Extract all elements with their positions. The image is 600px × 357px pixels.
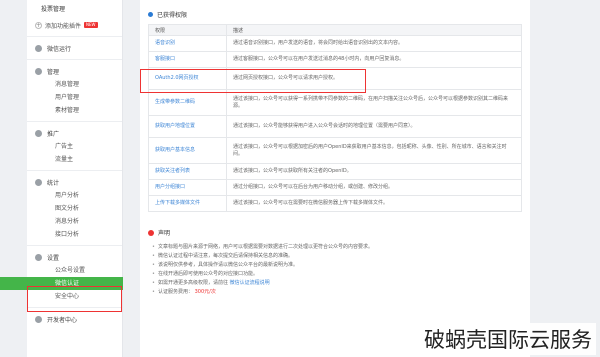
permissions-table: 权限 描述 语音识别 通过语音识别接口，用户发送的语音，将会同时给出语音识别出的… [148, 24, 522, 212]
section-title-text: 已获得权限 [157, 12, 188, 19]
list-item: 微信认证过程中请注意，每次提交后请保持相关信息的准确。 [152, 252, 522, 261]
sidebar-section-settings: 设置 [27, 250, 122, 264]
sidebar: 投票管理 + 添加功能插件 NEW 微信运行 管理 消息管理 用户管理 素材管理… [0, 0, 123, 357]
permission-link[interactable]: 上传下载多媒体文件 [148, 195, 227, 212]
notes-title: 声明 [148, 228, 522, 237]
permission-desc: 通过语音识别接口，用户发送的语音，将会同时给出语音识别出的文本内容。 [226, 35, 522, 52]
permission-link[interactable]: OAuth2.0网页授权 [148, 67, 227, 90]
divider [27, 121, 122, 122]
sidebar-section-developer[interactable]: 开发者中心 [27, 312, 122, 326]
divider [27, 245, 122, 246]
permission-link[interactable]: 生成带参数二维码 [148, 89, 227, 116]
manage-icon [35, 67, 42, 75]
new-badge: NEW [84, 22, 98, 28]
table-row: 获取用户地理位置 通过该接口，公众号能够获得用户进入公众号会话时的地理位置（需要… [148, 115, 522, 138]
table-row: 语音识别 通过语音识别接口，用户发送的语音，将会同时给出语音识别出的文本内容。 [148, 35, 522, 52]
table-row: 客服接口 通过客服接口，公众号可以在用户发送过消息的48小时内，向用户回复消息。 [148, 51, 522, 68]
permission-desc: 通过该接口，公众号可以获取所有关注者的OpenID。 [226, 163, 522, 180]
list-item: 在线开通后即可使用公众号的对应接口功能。 [152, 270, 522, 279]
sidebar-section-manage: 管理 [27, 64, 122, 78]
table-row: 生成带参数二维码 通过该接口，公众号可以获得一系列携带不同参数的二维码，在用户扫… [148, 89, 522, 116]
notice-icon [148, 229, 154, 236]
section-label: 设置 [47, 254, 60, 262]
settings-icon [35, 253, 42, 261]
sidebar-item-vote[interactable]: 投票管理 [27, 0, 122, 14]
table-row: 上传下载多媒体文件 通过该接口，公众号可以在需要时在微信服务器上传下载多媒体文件… [148, 195, 522, 212]
sidebar-item-wechat-cert[interactable]: 微信认证 [0, 277, 123, 290]
table-row: 获取关注者列表 通过该接口，公众号可以获取所有关注者的OpenID。 [148, 163, 522, 180]
permission-link[interactable]: 获取关注者列表 [148, 163, 227, 180]
section-label: 开发者中心 [47, 316, 78, 324]
divider [27, 170, 122, 171]
notes-list: 文章标题与图片来源于网络，用户可以根据需要对数据进行二次处理以更符合公众号的内容… [148, 243, 522, 297]
main-panel: 已获得权限 权限 描述 语音识别 通过语音识别接口，用户发送的语音，将会同时给出… [140, 0, 530, 357]
permission-desc: 通过该接口，公众号可以根据加密后的用户OpenID来获取用户基本信息，包括昵称、… [226, 137, 522, 164]
permission-desc: 通过该接口，公众号可以获得一系列携带不同参数的二维码，在用户扫描关注公众号后，公… [226, 89, 522, 116]
section-title: 已获得权限 [148, 10, 187, 19]
sidebar-item-label: 投票管理 [41, 6, 66, 13]
stats-icon [35, 178, 42, 186]
sidebar-section-stats: 统计 [27, 175, 122, 189]
table-row: OAuth2.0网页授权 通过网页授权接口，公众号可以请求用户授权。 [148, 67, 522, 90]
sidebar-item-user-analysis[interactable]: 用户分析 [27, 189, 122, 202]
watermark: 破蜗壳国际云服务 [420, 323, 596, 355]
sidebar-item-messages[interactable]: 消息管理 [27, 78, 122, 91]
page: 投票管理 + 添加功能插件 NEW 微信运行 管理 消息管理 用户管理 素材管理… [0, 0, 600, 357]
permission-link[interactable]: 客服接口 [148, 51, 227, 68]
fee-value: 300元/次 [194, 289, 216, 295]
permission-desc: 通过该接口，公众号能够获得用户进入公众号会话时的地理位置（需要用户同意）。 [226, 115, 522, 138]
divider [27, 59, 122, 60]
developer-icon [35, 315, 42, 323]
sidebar-section-wechat-run[interactable]: 微信运行 [27, 41, 122, 55]
list-item: 如需开通更多高级权限，请前往 微信认证流程说明 [152, 279, 522, 288]
sidebar-section-promote: 推广 [27, 126, 122, 140]
sidebar-item-materials[interactable]: 素材管理 [27, 104, 122, 117]
section-label: 管理 [47, 68, 60, 76]
permission-link[interactable]: 语音识别 [148, 35, 227, 52]
section-label: 统计 [47, 179, 60, 187]
wechat-icon [35, 44, 42, 52]
promote-icon [35, 129, 42, 137]
sidebar-item-traffic[interactable]: 流量主 [27, 153, 122, 166]
add-plugin-label: 添加功能插件 [45, 22, 82, 30]
section-label: 推广 [47, 130, 60, 138]
notes-title-text: 声明 [158, 230, 171, 237]
cert-guide-link[interactable]: 微信认证流程说明 [230, 280, 270, 286]
divider [27, 36, 122, 37]
permission-link[interactable]: 获取用户地理位置 [148, 115, 227, 138]
table-row: 获取用户基本信息 通过该接口，公众号可以根据加密后的用户OpenID来获取用户基… [148, 137, 522, 164]
section-label: 微信运行 [47, 45, 72, 53]
column-header: 权限 [148, 24, 227, 36]
link-prefix: 如需开通更多高级权限，请前往 [158, 280, 229, 286]
sidebar-item-users[interactable]: 用户管理 [27, 91, 122, 104]
info-icon [148, 12, 153, 17]
sidebar-item-message-analysis[interactable]: 消息分析 [27, 215, 122, 228]
fee-label: 认证服务费用： [158, 289, 194, 295]
sidebar-item-api-analysis[interactable]: 接口分析 [27, 228, 122, 241]
list-item: 该说明仅供参考，具体操作请以微信公众平台的最新说明为准。 [152, 261, 522, 270]
column-header: 描述 [226, 24, 522, 36]
sidebar-item-advertiser[interactable]: 广告主 [27, 140, 122, 153]
add-plugin-button[interactable]: + 添加功能插件 NEW [35, 18, 122, 32]
permission-desc: 通过网页授权接口，公众号可以请求用户授权。 [226, 67, 522, 90]
permission-link[interactable]: 用户分组接口 [148, 179, 227, 196]
sidebar-item-account-settings[interactable]: 公众号设置 [27, 264, 122, 277]
sidebar-item-article-analysis[interactable]: 图文分析 [27, 202, 122, 215]
permission-desc: 通过客服接口，公众号可以在用户发送过消息的48小时内，向用户回复消息。 [226, 51, 522, 68]
permission-desc: 通过该接口，公众号可以在需要时在微信服务器上传下载多媒体文件。 [226, 195, 522, 212]
permission-link[interactable]: 获取用户基本信息 [148, 137, 227, 164]
permission-desc: 通过分组接口，公众号可以在后台为用户移动分组，或创建、修改分组。 [226, 179, 522, 196]
plus-icon: + [35, 21, 42, 29]
divider [27, 307, 122, 308]
notes-section: 声明 文章标题与图片来源于网络，用户可以根据需要对数据进行二次处理以更符合公众号… [148, 228, 522, 297]
table-header-row: 权限 描述 [148, 24, 522, 36]
table-row: 用户分组接口 通过分组接口，公众号可以在后台为用户移动分组，或创建、修改分组。 [148, 179, 522, 196]
sidebar-item-security[interactable]: 安全中心 [27, 290, 122, 303]
list-item: 文章标题与图片来源于网络，用户可以根据需要对数据进行二次处理以更符合公众号的内容… [152, 243, 522, 252]
list-item: 认证服务费用： 300元/次 [152, 288, 522, 297]
